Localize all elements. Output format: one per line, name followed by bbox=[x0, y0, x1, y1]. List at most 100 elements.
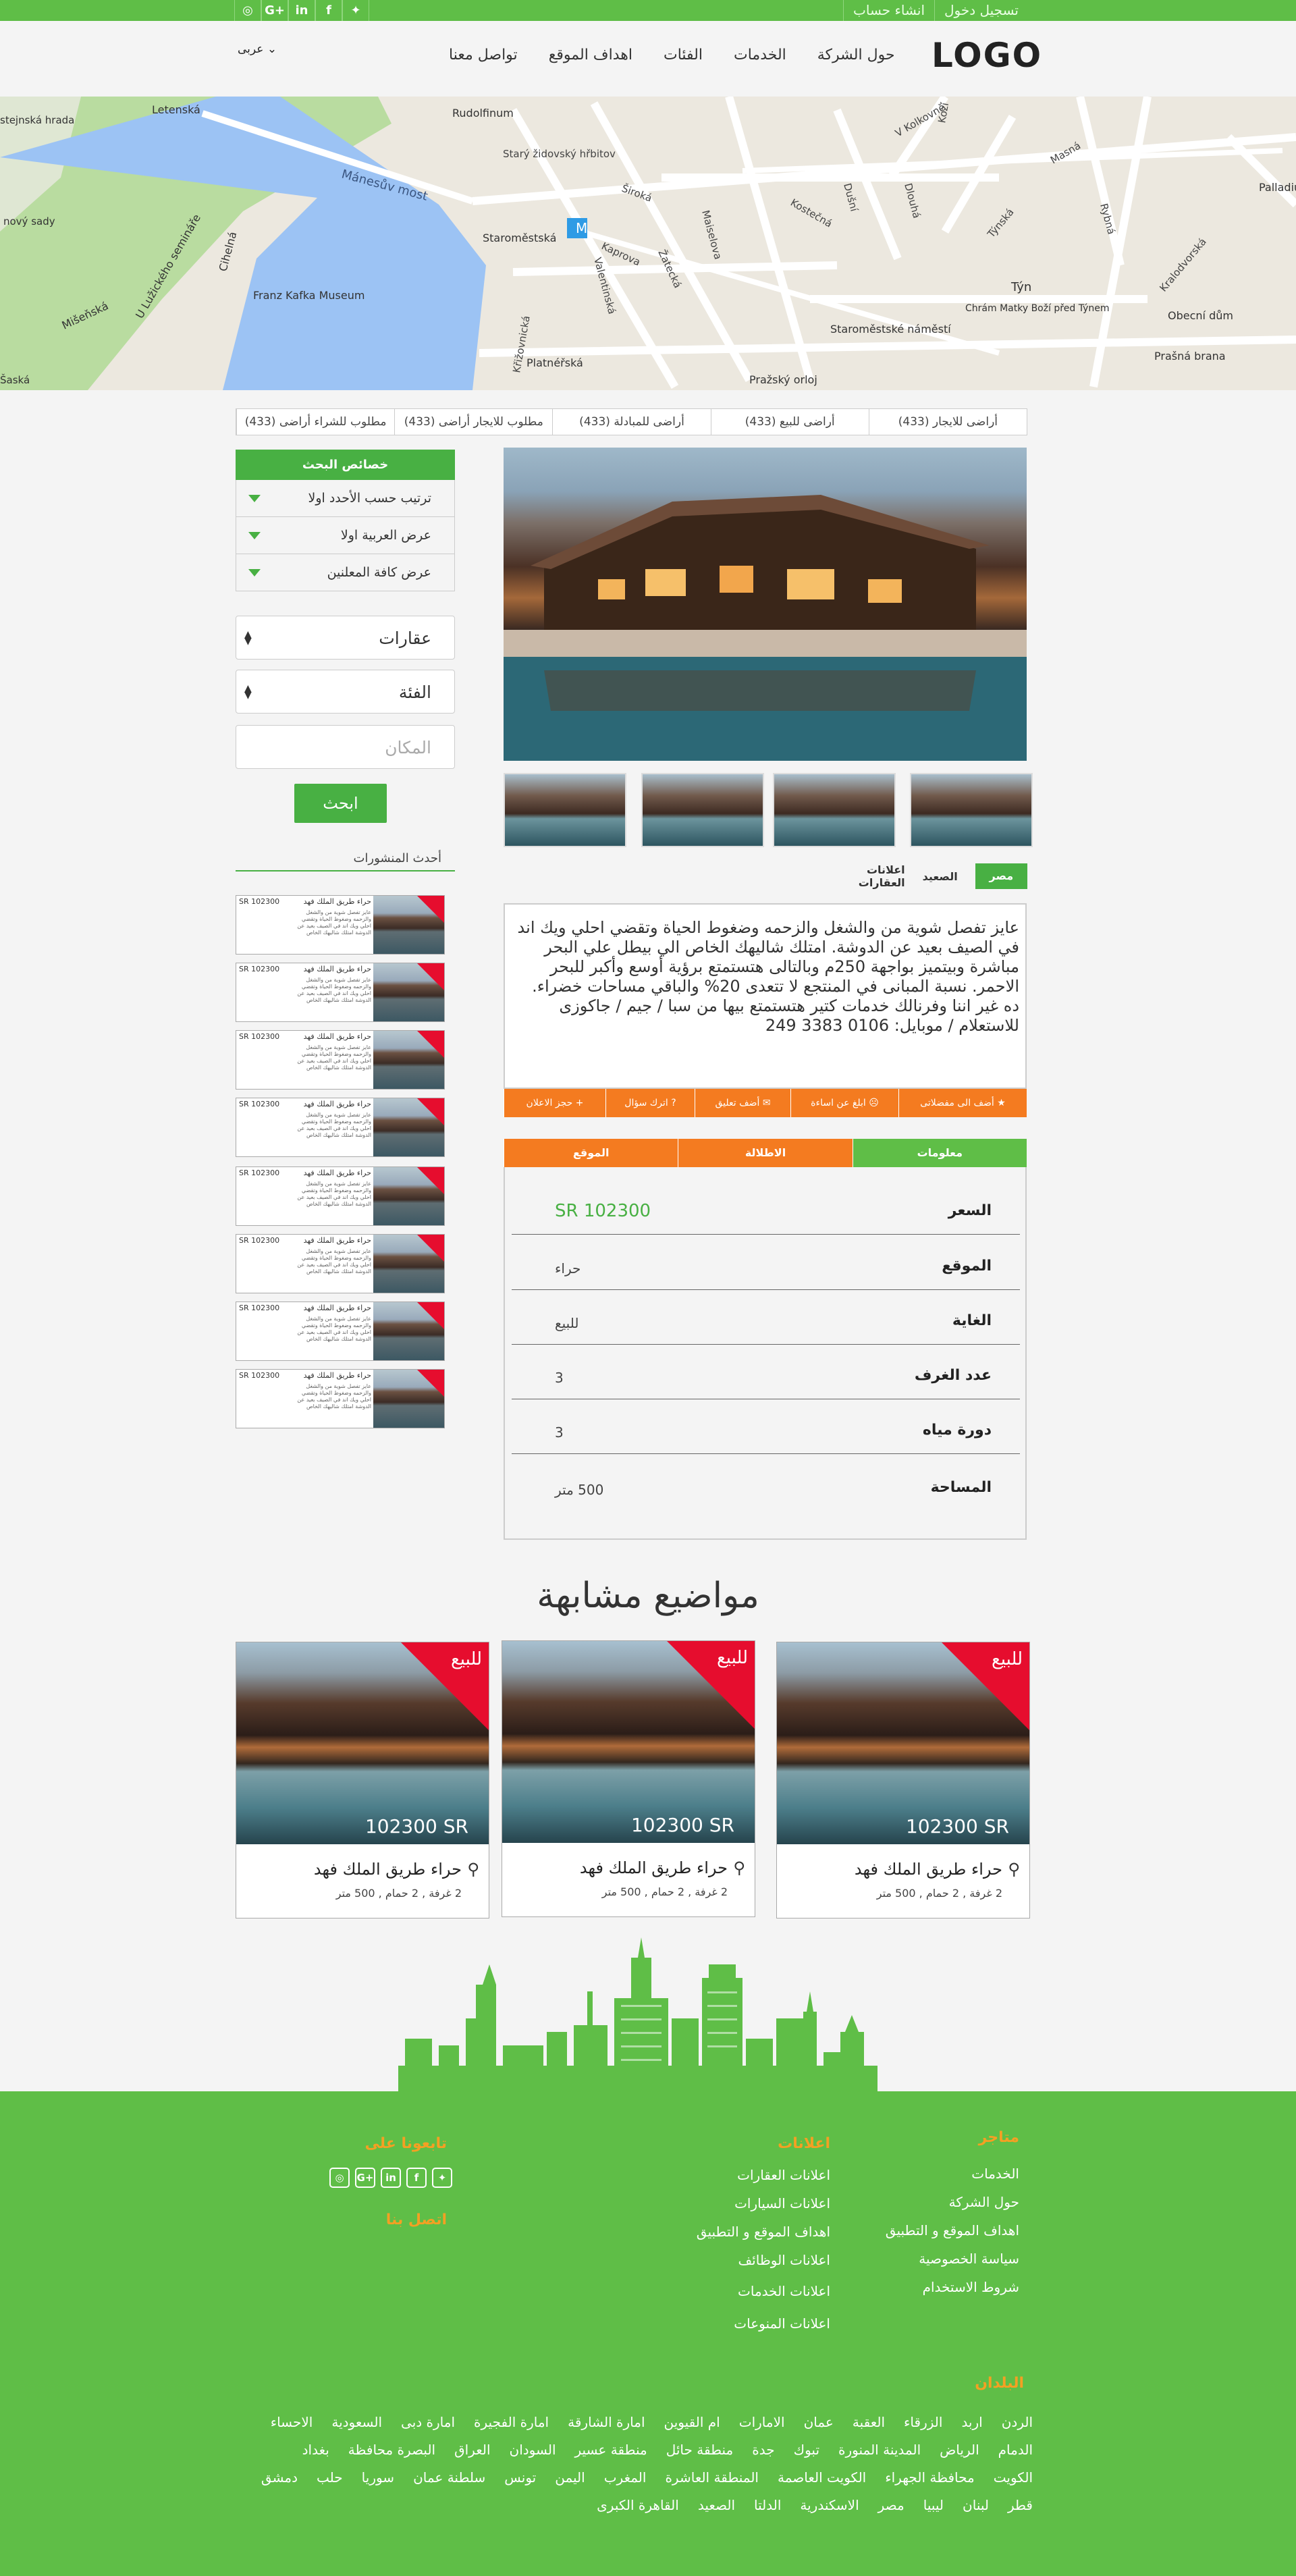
tab-info[interactable]: معلومات bbox=[852, 1139, 1027, 1167]
site-logo[interactable]: LOGO bbox=[932, 36, 1042, 75]
footer-contact-title[interactable]: اتصل بنا bbox=[386, 2211, 447, 2228]
country-link[interactable]: تونس bbox=[504, 2469, 536, 2486]
latest-post[interactable]: حراء طريق الملك فهد 102300 SR عايز تفصل شو… bbox=[236, 1166, 445, 1226]
country-link[interactable]: اربد bbox=[961, 2414, 982, 2430]
country-link[interactable]: عمان bbox=[804, 2414, 834, 2430]
latest-post[interactable]: حراء طريق الملك فهد 102300 SR عايز تفصل شو… bbox=[236, 895, 445, 955]
similar-card[interactable]: للبيع 102300 SR ⚲ حراء طريق الملك فهد 2 غ… bbox=[502, 1640, 755, 1917]
nav-categories[interactable]: الفئات bbox=[664, 47, 703, 63]
country-link[interactable]: القاهرة الكبرى bbox=[597, 2497, 679, 2513]
country-link[interactable]: الاحساء bbox=[271, 2414, 313, 2430]
add-comment-button[interactable]: ✉ أضف تعليق bbox=[695, 1089, 790, 1117]
linkedin-icon[interactable]: in bbox=[381, 2168, 401, 2188]
facebook-icon[interactable]: f bbox=[406, 2168, 427, 2188]
country-link[interactable]: تبوك bbox=[794, 2442, 819, 2458]
login-link[interactable]: تسجيل دخول bbox=[934, 0, 1028, 21]
country-link[interactable]: سوريا bbox=[362, 2469, 394, 2486]
footer-link[interactable]: حول الشركة bbox=[949, 2194, 1019, 2210]
filter-advertisers[interactable]: عرض كافة المعلنين bbox=[236, 554, 455, 591]
country-link[interactable]: بغداد bbox=[302, 2442, 329, 2458]
place-input[interactable]: المكان bbox=[236, 725, 455, 769]
country-link[interactable]: الاسكندرية bbox=[800, 2497, 859, 2513]
country-link[interactable]: المغرب bbox=[604, 2469, 647, 2486]
tab-land-exchange[interactable]: أراضى للمبادلة (433) bbox=[552, 409, 710, 435]
country-link[interactable]: منطقة عسير bbox=[575, 2442, 647, 2458]
google-plus-icon[interactable]: G+ bbox=[355, 2168, 375, 2188]
nav-goals[interactable]: اهداف الموقع bbox=[549, 47, 632, 63]
main-property-image[interactable] bbox=[504, 448, 1027, 761]
tab-location[interactable]: الموقع bbox=[504, 1139, 678, 1167]
tab-land-rent[interactable]: أراضى للايجار (433) bbox=[868, 409, 1027, 435]
tab-view[interactable]: الاطلالة bbox=[678, 1139, 853, 1167]
country-link[interactable]: الرياض bbox=[940, 2442, 979, 2458]
country-link[interactable]: محافظة الجهراء bbox=[885, 2469, 975, 2486]
type-select[interactable]: الفئة ▲ ▼ bbox=[236, 670, 455, 714]
gallery-thumbnail[interactable] bbox=[910, 773, 1033, 847]
country-link[interactable]: ليبيا bbox=[923, 2497, 944, 2513]
country-link[interactable]: امارة الشارقة bbox=[568, 2414, 645, 2430]
country-link[interactable]: لبنان bbox=[963, 2497, 989, 2513]
latest-post[interactable]: حراء طريق الملك فهد 102300 SR عايز تفصل شو… bbox=[236, 1234, 445, 1293]
register-link[interactable]: انشاء حساب bbox=[843, 0, 934, 21]
country-link[interactable]: امارة دبى bbox=[401, 2414, 455, 2430]
instagram-icon[interactable]: ◎ bbox=[329, 2168, 350, 2188]
footer-link[interactable]: اعلانات العقارات bbox=[737, 2167, 830, 2183]
country-link[interactable]: السعودية bbox=[331, 2414, 382, 2430]
filter-newest[interactable]: ترتيب حسب الأحدد اولا bbox=[236, 480, 455, 517]
country-link[interactable]: العراق bbox=[454, 2442, 490, 2458]
footer-link[interactable]: الخدمات bbox=[971, 2166, 1019, 2182]
nav-services[interactable]: الخدمات bbox=[734, 47, 786, 63]
latest-post[interactable]: حراء طريق الملك فهد 102300 SR عايز تفصل شو… bbox=[236, 1098, 445, 1157]
add-favorite-button[interactable]: ★ أضف الى مفضلاتى bbox=[898, 1089, 1027, 1117]
filter-arabic[interactable]: عرض العربية اولا bbox=[236, 517, 455, 554]
footer-link[interactable]: اعلانات المنوعات bbox=[734, 2315, 830, 2332]
footer-link[interactable]: سياسة الخصوصية bbox=[919, 2251, 1019, 2267]
category-select[interactable]: عقارات ▲ ▼ bbox=[236, 616, 455, 660]
tab-land-sale[interactable]: أراضى للبيع (433) bbox=[710, 409, 869, 435]
latest-post[interactable]: حراء طريق الملك فهد 102300 SR عايز تفصل شو… bbox=[236, 963, 445, 1022]
country-link[interactable]: ام القيوين bbox=[664, 2414, 720, 2430]
similar-card[interactable]: للبيع 102300 SR ⚲ حراء طريق الملك فهد 2 غ… bbox=[776, 1642, 1030, 1918]
ask-question-button[interactable]: ? اترك سؤال bbox=[605, 1089, 695, 1117]
country-link[interactable]: السودان bbox=[510, 2442, 556, 2458]
footer-link[interactable]: اعلانات السيارات bbox=[734, 2195, 830, 2211]
footer-link[interactable]: اعلانات الخدمات bbox=[738, 2283, 830, 2299]
country-link[interactable]: حلب bbox=[317, 2469, 343, 2486]
gallery-thumbnail[interactable] bbox=[641, 773, 764, 847]
search-button[interactable]: ابحث bbox=[294, 784, 387, 823]
country-link[interactable]: الصعيد bbox=[698, 2497, 735, 2513]
tab-wanted-buy[interactable]: مطلوب للشراء أراضى (433) bbox=[236, 409, 394, 435]
country-link[interactable]: الكويت العاصمة bbox=[778, 2469, 866, 2486]
nav-contact[interactable]: تواصل معنا bbox=[449, 47, 518, 63]
country-link[interactable]: الزرقاء bbox=[904, 2414, 942, 2430]
facebook-icon[interactable]: f bbox=[315, 0, 342, 21]
breadcrumb-country[interactable]: مصر bbox=[975, 863, 1027, 889]
language-selector[interactable]: عربى ⌄ bbox=[238, 43, 277, 56]
book-ad-button[interactable]: + حجز الاعلان bbox=[504, 1089, 605, 1117]
location-map[interactable]: M Letenská Mánesův most Rudolfinum Starý… bbox=[0, 97, 1296, 390]
country-link[interactable]: الامارات bbox=[739, 2414, 785, 2430]
instagram-icon[interactable]: ◎ bbox=[234, 0, 261, 21]
tab-wanted-rent[interactable]: مطلوب للايجار أراضى (433) bbox=[394, 409, 552, 435]
similar-card[interactable]: للبيع 102300 SR ⚲ حراء طريق الملك فهد 2 غ… bbox=[236, 1642, 489, 1918]
country-link[interactable]: المدينة المنورة bbox=[838, 2442, 921, 2458]
country-link[interactable]: جدة bbox=[752, 2442, 774, 2458]
gallery-thumbnail[interactable] bbox=[504, 773, 626, 847]
country-link[interactable]: دمشق bbox=[261, 2469, 298, 2486]
gallery-thumbnail[interactable] bbox=[773, 773, 896, 847]
twitter-icon[interactable]: ✦ bbox=[342, 0, 369, 21]
country-link[interactable]: الردن bbox=[1002, 2414, 1033, 2430]
google-plus-icon[interactable]: G+ bbox=[261, 0, 288, 21]
country-link[interactable]: الدلتا bbox=[754, 2497, 781, 2513]
report-abuse-button[interactable]: ☹ ابلغ عن اساءة bbox=[790, 1089, 898, 1117]
footer-link[interactable]: شروط الاستخدام bbox=[923, 2279, 1019, 2295]
country-link[interactable]: سلطنة عمان bbox=[413, 2469, 485, 2486]
footer-link[interactable]: اهداف الموقع و التطبيق bbox=[697, 2224, 830, 2240]
latest-post[interactable]: حراء طريق الملك فهد 102300 SR عايز تفصل شو… bbox=[236, 1030, 445, 1090]
country-link[interactable]: اليمن bbox=[555, 2469, 585, 2486]
country-link[interactable]: الدمام bbox=[998, 2442, 1033, 2458]
country-link[interactable]: منطقة حائل bbox=[666, 2442, 734, 2458]
country-link[interactable]: العقبة bbox=[853, 2414, 885, 2430]
country-link[interactable]: مصر bbox=[878, 2497, 905, 2513]
country-link[interactable]: امارة الفجيرة bbox=[474, 2414, 549, 2430]
